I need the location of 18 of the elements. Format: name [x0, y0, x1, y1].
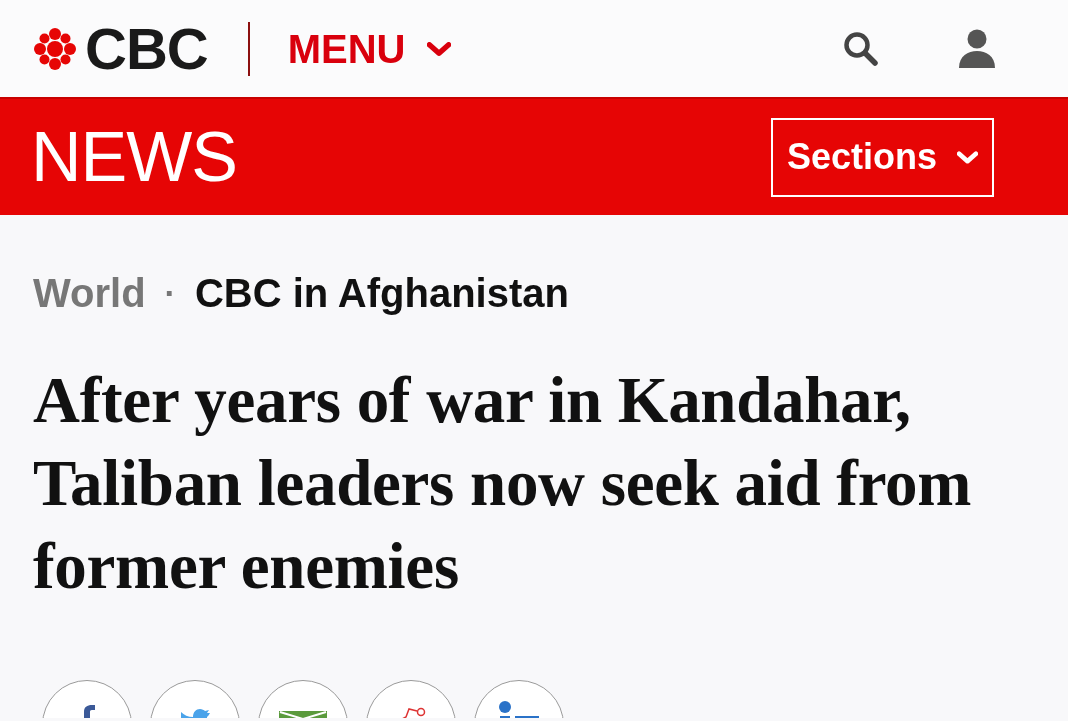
chevron-down-icon: [957, 150, 978, 164]
breadcrumb-link[interactable]: CBC in Afghanistan: [194, 269, 569, 317]
menu-button[interactable]: MENU: [287, 28, 452, 69]
gem-logo-icon[interactable]: [33, 26, 77, 71]
envelope-icon: [279, 711, 327, 718]
article-headline: After years of war in Kandahar, Taliban leaders now seek aid from former enemies: [33, 363, 973, 604]
breadcrumb-link[interactable]: World: [33, 269, 146, 317]
chevron-down-icon: [427, 41, 452, 56]
account-button[interactable]: [958, 29, 996, 68]
person-icon: [958, 29, 996, 68]
search-button[interactable]: [843, 30, 878, 67]
logo-text[interactable]: CBC: [85, 19, 208, 78]
bird-icon: [180, 709, 210, 718]
linkedin-icon: [499, 701, 539, 718]
section-title: NEWS: [31, 122, 237, 192]
search-icon: [843, 30, 878, 67]
sections-button[interactable]: Sections: [771, 117, 994, 197]
breadcrumb-separator: ·: [163, 272, 177, 314]
